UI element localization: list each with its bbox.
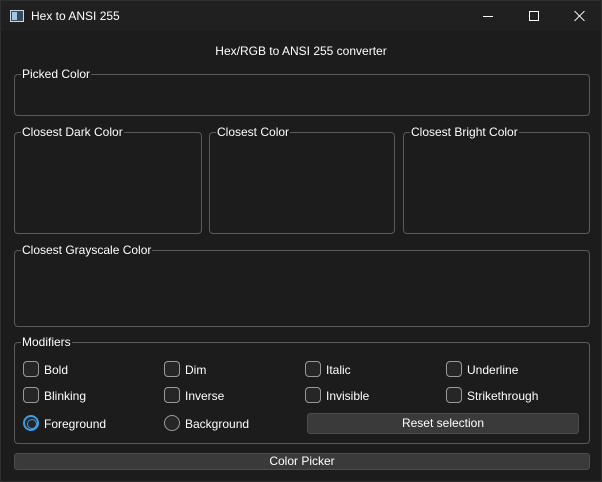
foreground-label: Foreground [44,417,107,431]
invisible-label: Invisible [326,389,370,403]
close-icon [574,10,586,22]
minimize-icon [483,16,493,17]
picked-color-group: Picked Color [14,67,590,116]
main-window: Hex to ANSI 255 Hex/RGB to ANSI 255 conv… [0,0,602,482]
foreground-radio-dot[interactable] [23,415,39,431]
invisible-checkbox-box[interactable] [305,387,321,403]
closest-grayscale-color-group: Closest Grayscale Color [14,243,590,327]
minimize-button[interactable] [465,1,511,31]
app-icon [10,10,24,22]
strikethrough-label: Strikethrough [467,389,539,403]
closest-color-group: Closest Color [209,125,395,234]
dim-checkbox-box[interactable] [164,361,180,377]
reset-selection-button[interactable]: Reset selection [307,413,579,434]
bold-checkbox-box[interactable] [23,361,39,377]
picked-color-label: Picked Color [21,67,92,81]
modifiers-label: Modifiers [21,335,72,349]
closest-bright-color-group: Closest Bright Color [403,125,590,234]
background-radio-dot[interactable] [164,415,180,431]
background-label: Background [185,417,250,431]
maximize-button[interactable] [511,1,557,31]
inverse-checkbox-box[interactable] [164,387,180,403]
color-picker-button[interactable]: Color Picker [14,453,590,470]
closest-grayscale-color-label: Closest Grayscale Color [21,243,153,257]
dim-label: Dim [185,363,207,377]
strikethrough-checkbox-box[interactable] [446,387,462,403]
underline-label: Underline [467,363,519,377]
closest-bright-color-label: Closest Bright Color [410,125,519,139]
window-title: Hex to ANSI 255 [31,9,120,23]
closest-dark-color-group: Closest Dark Color [14,125,202,234]
bold-label: Bold [44,363,69,377]
closest-dark-color-label: Closest Dark Color [21,125,124,139]
italic-label: Italic [326,363,351,377]
close-button[interactable] [557,1,602,31]
underline-checkbox-box[interactable] [446,361,462,377]
page-title: Hex/RGB to ANSI 255 converter [215,44,387,58]
modifiers-group: Modifiers Bold Dim Italic Underline Blin… [14,335,590,444]
maximize-icon [529,11,539,21]
inverse-label: Inverse [185,389,225,403]
title-bar[interactable]: Hex to ANSI 255 [1,1,601,31]
blinking-checkbox-box[interactable] [23,387,39,403]
closest-color-label: Closest Color [216,125,291,139]
italic-checkbox-box[interactable] [305,361,321,377]
blinking-label: Blinking [44,389,87,403]
